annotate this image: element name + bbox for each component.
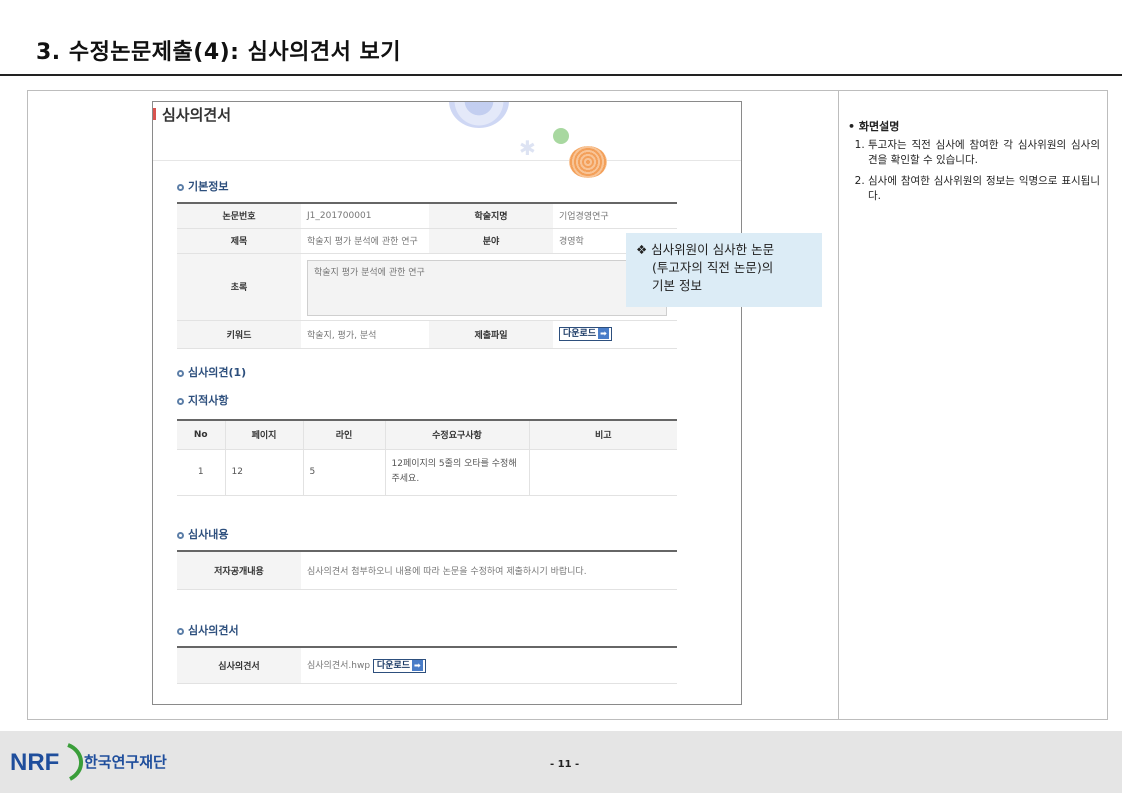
org-name: 한국연구재단 [84,753,167,771]
callout-line-2: (투고자의 직전 논문)의 [652,260,774,275]
download-review-doc-button[interactable]: 다운로드 ➡ [372,658,426,673]
value-subject: 학술지 평가 분석에 관한 연구 [301,228,429,254]
col-note: 비고 [529,420,677,450]
decor-circle-orange [569,146,607,178]
nrf-logo: NRF 한국연구재단 [10,743,167,781]
table-row: 1 12 5 12페이지의 5줄의 오타를 수정해 주세요. [177,449,677,496]
label-paper-no: 논문번호 [177,203,301,229]
title-divider [0,74,1122,76]
description-item-1: 투고자는 직전 심사에 참여한 각 심사위원의 심사의견을 확인할 수 있습니다… [868,138,1100,168]
decor-star-icon: ✱ [519,136,536,160]
table-row: 저자공개내용 심사의견서 첨부하오니 내용에 따라 논문을 수정하여 제출하시기… [177,551,677,590]
review-content-table: 저자공개내용 심사의견서 첨부하오니 내용에 따라 논문을 수정하여 제출하시기… [177,550,677,590]
frame-divider [838,90,839,720]
screen-header: 심사의견서 ✱ [153,102,741,178]
points-table: No 페이지 라인 수정요구사항 비고 1 12 5 12페이지의 5줄의 오타… [177,419,677,496]
download-paper-label: 다운로드 [563,329,597,339]
description-title: • 화면설명 [848,120,900,133]
section-bullet-icon [177,398,184,405]
callout-line-3: 기본 정보 [652,278,702,293]
cell-line: 5 [303,449,386,496]
abstract-textarea[interactable]: 학술지 평가 분석에 관한 연구 [307,260,667,316]
logo-text: NRF [10,749,59,776]
section-opinion-heading: 심사의견(1) [188,366,247,379]
decor-circle-green [553,128,569,144]
basic-info-callout: ❖ 심사위원이 심사한 논문 (투고자의 직전 논문)의 기본 정보 [626,233,822,307]
logo-arc [67,743,83,781]
review-doc-filename: 심사의견서.hwp [307,661,371,671]
label-subject: 제목 [177,228,301,254]
cell-request: 12페이지의 5줄의 오타를 수정해 주세요. [385,449,530,496]
table-header-row: No 페이지 라인 수정요구사항 비고 [177,420,677,450]
screen-title: 심사의견서 [162,106,232,124]
screen-description: • 화면설명 투고자는 직전 심사에 참여한 각 심사위원의 심사의견을 확인할… [848,118,1100,210]
col-request: 수정요구사항 [385,420,530,450]
callout-line-1: ❖ 심사위원이 심사한 논문 [636,242,775,257]
label-journal: 학술지명 [429,203,553,229]
value-author-public: 심사의견서 첨부하오니 내용에 따라 논문을 수정하여 제출하시기 바랍니다. [301,551,677,590]
label-abstract: 초록 [177,253,301,321]
label-review-doc: 심사의견서 [177,647,301,684]
section-review-doc: 심사의견서 [177,622,239,638]
page-number: - 11 - [550,759,580,770]
section-bullet-icon [177,532,184,539]
section-basic-info: 기본정보 [177,178,228,194]
label-field: 분야 [429,228,553,254]
label-keywords: 키워드 [177,320,301,349]
review-opinion-screen: 심사의견서 ✱ 기본정보 논문번호 J1_201700001 학술지명 기업경영… [152,101,742,705]
col-no: No [177,420,226,450]
cell-page: 12 [225,449,304,496]
cell-no: 1 [177,449,226,496]
arrow-right-icon: ➡ [412,659,423,671]
table-row: 심사의견서 심사의견서.hwp 다운로드 ➡ [177,647,677,684]
section-bullet-icon [177,184,184,191]
arrow-right-icon: ➡ [598,328,609,339]
value-paper-no: J1_201700001 [301,203,429,229]
cell-note [529,449,677,496]
section-bullet-icon [177,628,184,635]
table-row: 논문번호 J1_201700001 학술지명 기업경영연구 [177,203,677,229]
section-points-heading: 지적사항 [188,394,229,407]
section-review-content: 심사내용 [177,526,228,542]
description-list: 투고자는 직전 심사에 참여한 각 심사위원의 심사의견을 확인할 수 있습니다… [848,138,1100,204]
section-review-doc-heading: 심사의견서 [188,624,239,637]
value-keywords: 학술지, 평가, 분석 [301,320,429,349]
table-row: 키워드 학술지, 평가, 분석 제출파일 다운로드 ➡ [177,320,677,349]
label-author-public: 저자공개내용 [177,551,301,590]
value-journal: 기업경영연구 [553,203,677,229]
title-marker [153,108,156,120]
review-doc-table: 심사의견서 심사의견서.hwp 다운로드 ➡ [177,646,677,684]
col-page: 페이지 [225,420,304,450]
footer: NRF 한국연구재단 - 11 - [0,731,1122,793]
section-opinion: 심사의견(1) [177,364,246,380]
section-points: 지적사항 [177,392,228,408]
section-bullet-icon [177,370,184,377]
section-basic-info-heading: 기본정보 [188,180,229,193]
decor-circle-blue [449,102,509,128]
download-paper-button[interactable]: 다운로드 ➡ [559,327,612,341]
download-review-doc-label: 다운로드 [376,660,411,671]
table-row: 제목 학술지 평가 분석에 관한 연구 분야 경영학 [177,228,677,254]
label-file: 제출파일 [429,320,553,349]
description-item-2: 심사에 참여한 심사위원의 정보는 익명으로 표시됩니다. [868,174,1100,204]
col-line: 라인 [303,420,386,450]
section-review-content-heading: 심사내용 [188,528,229,541]
page-title: 3. 수정논문제출(4): 심사의견서 보기 [36,40,401,65]
